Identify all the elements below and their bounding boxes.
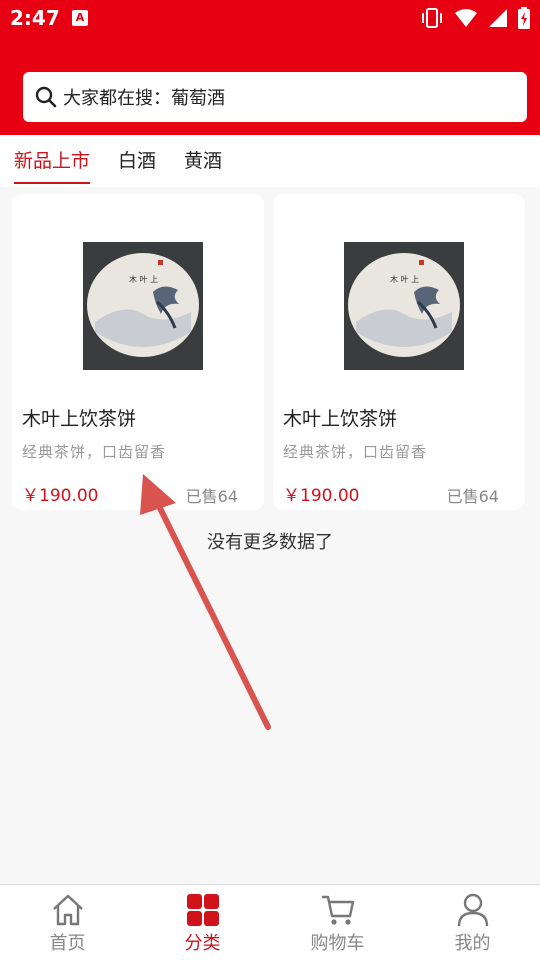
product-name: 木叶上饮茶饼 [283,408,398,430]
product-image: 木 叶 上 [344,242,464,370]
nav-label: 我的 [454,933,491,954]
user-icon [457,893,488,927]
nav-label: 首页 [49,933,86,954]
product-card[interactable]: 木 叶 上 木叶上饮茶饼 经典茶饼，口齿留香 ￥190.00 已售64 [273,194,525,510]
status-icons [420,7,530,29]
status-time: 2:47 [10,6,60,30]
product-description: 经典茶饼，口齿留香 [22,443,167,461]
tab-huangjiu[interactable]: 黄酒 [184,135,222,187]
nav-category[interactable]: 分类 [135,885,270,960]
product-sold-count: 已售64 [185,487,238,506]
signal-icon [489,9,507,27]
notification-a-icon: A [72,10,88,26]
svg-text:木 叶 上: 木 叶 上 [390,274,419,284]
tab-baijiu[interactable]: 白酒 [118,135,156,187]
nav-profile[interactable]: 我的 [405,885,540,960]
battery-icon [518,7,530,29]
nav-label: 分类 [184,933,221,954]
search-bar[interactable]: 大家都在搜：葡萄酒 [23,72,527,122]
status-bar: 2:47 A [0,0,540,36]
nav-cart[interactable]: 购物车 [270,885,405,960]
wifi-icon [455,9,477,27]
header: 2:47 A 大家都在搜：葡萄酒 [0,0,540,135]
product-price: ￥190.00 [22,486,99,506]
nav-label: 购物车 [310,933,365,954]
cart-icon [321,895,354,925]
nav-home[interactable]: 首页 [0,885,135,960]
category-grid-icon [186,894,219,926]
bottom-nav: 首页 分类 购物车 我的 [0,884,540,960]
product-price: ￥190.00 [283,486,360,506]
home-icon [52,894,83,926]
search-icon [35,86,57,108]
category-tabs: 新品上市 白酒 黄酒 [0,135,540,187]
tab-new-arrivals[interactable]: 新品上市 [14,135,91,187]
product-card[interactable]: 木 叶 上 木叶上饮茶饼 经典茶饼，口齿留香 ￥190.00 已售64 [12,194,264,510]
product-sold-count: 已售64 [446,487,499,506]
product-image: 木 叶 上 [83,242,203,370]
vibrate-icon [422,8,442,28]
product-description: 经典茶饼，口齿留香 [283,443,428,461]
svg-text:木 叶 上: 木 叶 上 [129,274,158,284]
search-placeholder: 大家都在搜：葡萄酒 [63,88,225,109]
list-end-message: 没有更多数据了 [207,532,333,553]
product-name: 木叶上饮茶饼 [22,408,137,430]
